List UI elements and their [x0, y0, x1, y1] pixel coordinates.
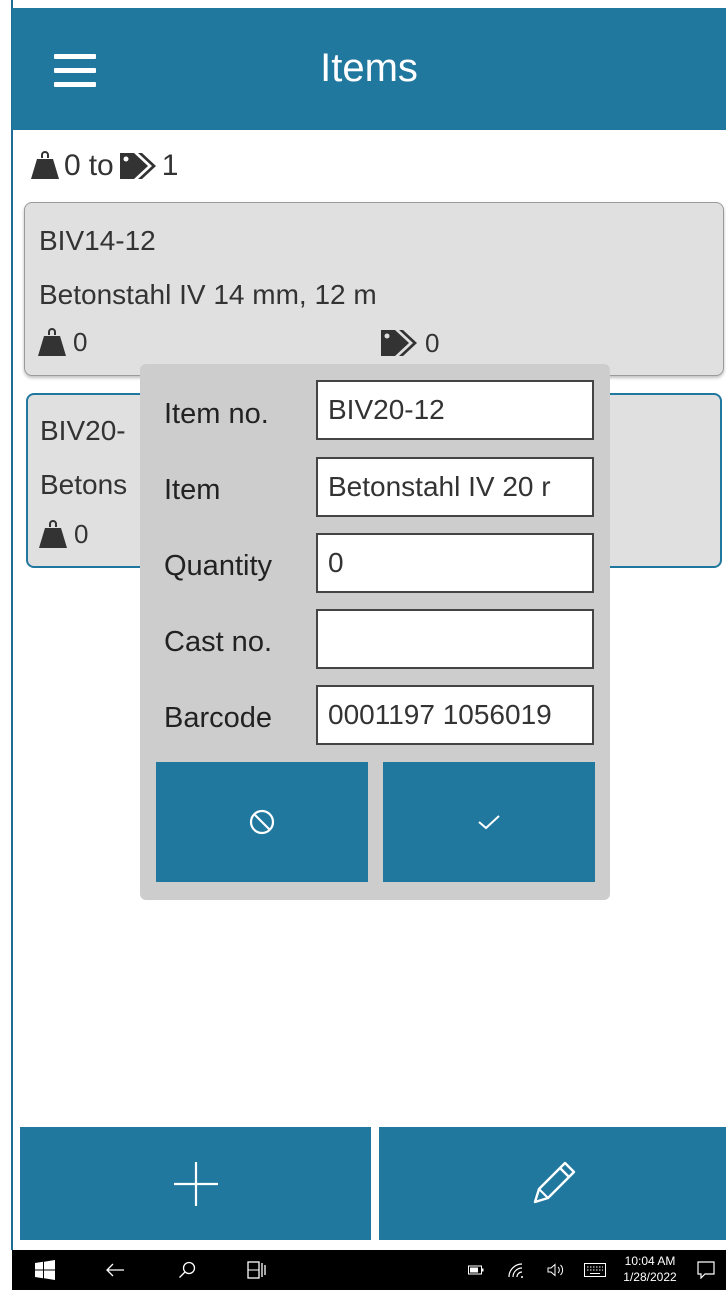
item-number: BIV20- [40, 415, 126, 446]
page-title: Items [320, 46, 418, 90]
summary-to-count: 1 [161, 149, 179, 182]
edit-item-button[interactable] [379, 1127, 726, 1240]
clock-date: 1/28/2022 [623, 1270, 677, 1284]
cast-no-field[interactable] [316, 609, 594, 669]
barcode-label: Barcode [164, 702, 273, 734]
barcode-field[interactable]: 0001197 1056019 [316, 685, 594, 745]
keyboard-icon[interactable] [580, 1250, 610, 1290]
edit-item-dialog: Item no. BIV20-12 Item Betonstahl IV 20 … [140, 364, 610, 900]
plus-icon [173, 1161, 218, 1206]
system-clock[interactable]: 10:04 AM 1/28/2022 [620, 1253, 680, 1285]
task-view-icon[interactable] [240, 1250, 274, 1290]
weight-icon [38, 327, 66, 356]
weight-icon [39, 519, 67, 548]
transfer-summary: 0 to 1 [30, 146, 182, 186]
item-label: Item [164, 474, 221, 506]
pencil-icon [533, 1161, 575, 1203]
wifi-icon[interactable] [502, 1250, 530, 1290]
tags-icon [119, 153, 156, 179]
item-weight-value: 0 [74, 519, 89, 549]
quantity-label: Quantity [164, 550, 272, 582]
confirm-button[interactable] [383, 762, 595, 882]
weight-icon [31, 151, 59, 179]
quantity-field[interactable]: 0 [316, 533, 594, 593]
item-weight: 0 [38, 519, 88, 550]
app-header: Items [12, 8, 726, 130]
add-item-button[interactable] [20, 1127, 371, 1240]
list-item[interactable]: BIV14-12 Betonstahl IV 14 mm, 12 m 0 0 [24, 202, 724, 376]
battery-icon[interactable] [462, 1250, 490, 1290]
back-arrow-icon[interactable] [98, 1250, 132, 1290]
window-left-border [11, 0, 13, 1250]
item-description: Betonstahl IV 14 mm, 12 m [39, 279, 377, 310]
search-icon[interactable] [170, 1250, 204, 1290]
cast-no-label: Cast no. [164, 626, 272, 658]
item-weight: 0 [37, 327, 87, 358]
item-weight-value: 0 [73, 327, 88, 357]
cancel-icon [249, 809, 275, 835]
item-no-field[interactable]: BIV20-12 [316, 380, 594, 440]
checkmark-icon [478, 815, 500, 830]
clock-time: 10:04 AM [624, 1254, 676, 1268]
summary-from-count: 0 [64, 149, 81, 182]
taskbar: 10:04 AM 1/28/2022 [12, 1250, 726, 1290]
item-description: Betons [40, 469, 128, 500]
item-number: BIV14-12 [39, 225, 156, 256]
top-strip [0, 0, 726, 8]
item-field[interactable]: Betonstahl IV 20 r [316, 457, 594, 517]
summary-to-word: to [88, 149, 114, 182]
item-tags: 0 [379, 327, 439, 359]
notification-icon[interactable] [692, 1250, 720, 1290]
item-tags-value: 0 [425, 327, 440, 358]
start-windows-icon[interactable] [28, 1250, 62, 1290]
item-no-label: Item no. [164, 398, 269, 430]
tags-icon [381, 330, 417, 356]
volume-icon[interactable] [542, 1250, 570, 1290]
cancel-button[interactable] [156, 762, 368, 882]
